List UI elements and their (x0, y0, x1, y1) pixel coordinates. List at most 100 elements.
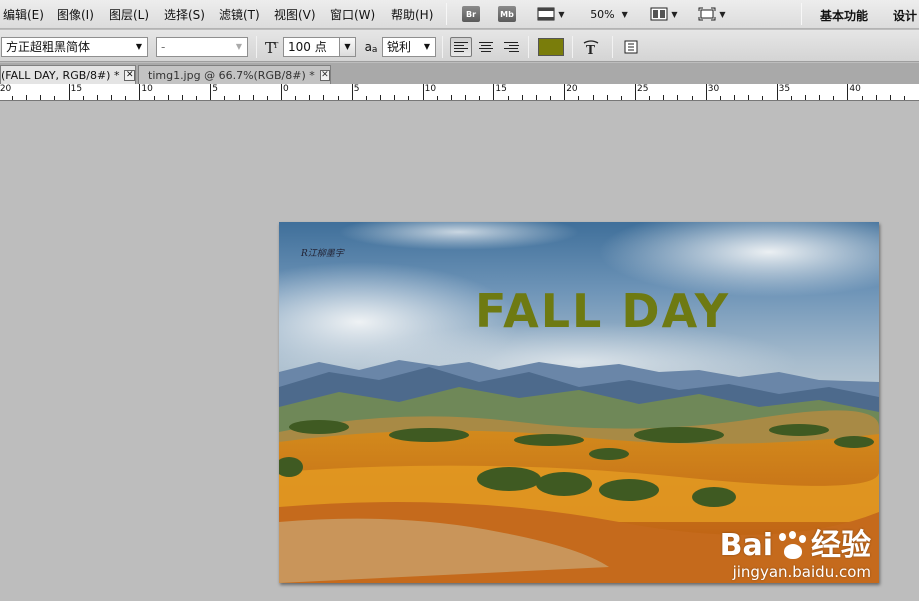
tab-label: timg1.jpg @ 66.7%(RGB/8#) * (148, 68, 315, 82)
ruler-label: 15 (70, 84, 83, 94)
ruler-major-tick (210, 84, 212, 100)
workspace-essentials[interactable]: 基本功能 (820, 7, 868, 24)
antialias-select[interactable]: 锐利 ▼ (382, 37, 436, 57)
tab-fall-day[interactable]: (FALL DAY, RGB/8#) * ✕ (0, 65, 136, 84)
workspace-design[interactable]: 设计 (893, 7, 917, 24)
ruler-minor-tick (309, 95, 311, 100)
ruler-minor-tick (535, 95, 537, 100)
ruler-minor-tick (181, 95, 183, 100)
horizontal-ruler: 20 15 10 5 0 5 10 15 20 25 30 35 40 (0, 84, 919, 101)
options-separator (442, 36, 443, 58)
ruler-major-tick (564, 84, 566, 100)
ruler-major-tick (705, 84, 707, 100)
ruler-minor-tick (889, 95, 891, 100)
ruler-minor-tick (153, 96, 155, 100)
align-right-button[interactable] (500, 37, 522, 57)
ruler-major-tick (68, 84, 70, 100)
options-separator (528, 36, 529, 58)
ruler-major-tick (635, 84, 636, 100)
panel-toggle-icon (624, 40, 638, 54)
ruler-minor-tick (465, 95, 467, 100)
menu-image[interactable]: 图像(I) (57, 6, 94, 23)
ruler-label: 5 (212, 84, 218, 94)
mini-bridge-icon: Mb (498, 6, 516, 22)
ruler-minor-tick (26, 95, 28, 100)
fall-day-text-layer[interactable]: FALL DAY (475, 284, 730, 338)
align-center-button[interactable] (475, 37, 497, 57)
menu-window[interactable]: 窗口(W) (330, 6, 375, 23)
ruler-minor-tick (111, 95, 113, 100)
ruler-major-tick (422, 84, 424, 100)
chevron-down-icon: ▼ (621, 9, 628, 19)
font-family-select[interactable]: 方正超粗黑简体 ▼ (1, 37, 148, 57)
ruler-major-tick (139, 84, 141, 100)
ruler-label: 20 (566, 84, 578, 94)
ruler-minor-tick (266, 96, 268, 100)
zoom-level-dropdown[interactable]: 50% ▼ (587, 5, 631, 23)
ruler-minor-tick (125, 96, 127, 100)
ruler-minor-tick (507, 96, 509, 100)
menu-select[interactable]: 选择(S) (164, 6, 205, 23)
ruler-minor-tick (479, 96, 481, 100)
ruler-minor-tick (96, 95, 98, 100)
menu-separator (446, 3, 447, 25)
menu-view[interactable]: 视图(V) (274, 6, 316, 23)
menu-layer[interactable]: 图层(L) (109, 6, 149, 23)
baidu-watermark: Bai 经验 jingyan.baidu.com (720, 528, 871, 582)
ruler-minor-tick (875, 95, 877, 100)
ruler-minor-tick (196, 96, 198, 100)
font-style-select[interactable]: - ▼ (156, 37, 248, 57)
text-color-swatch[interactable] (538, 38, 564, 56)
font-size-value: 100 点 (288, 40, 327, 54)
ruler-minor-tick (295, 96, 297, 100)
paw-icon (775, 531, 809, 561)
options-separator (572, 36, 573, 58)
ruler-minor-tick (365, 96, 367, 100)
ruler-minor-tick (691, 96, 693, 100)
align-left-button[interactable] (450, 37, 472, 57)
screen-mode-button[interactable]: ▼ (694, 5, 730, 23)
ruler-minor-tick (550, 96, 552, 100)
ruler-major-tick (351, 84, 353, 100)
close-icon[interactable]: ✕ (319, 69, 330, 81)
menu-separator (801, 3, 802, 25)
ruler-minor-tick (719, 96, 721, 100)
ruler-label: 20 (0, 84, 12, 94)
chevron-down-icon: ▼ (339, 38, 355, 56)
font-size-select[interactable]: 100 点 ▼ (283, 37, 356, 57)
filmstrip-icon (537, 7, 555, 21)
tab-label: (FALL DAY, RGB/8#) * (1, 68, 120, 82)
options-separator (612, 36, 613, 58)
ruler-minor-tick (394, 95, 396, 100)
zoom-level-value: 50% (590, 7, 615, 21)
ruler-label: 15 (495, 84, 507, 94)
watermark-brand-suffix: 经验 (811, 528, 871, 563)
view-extras-button[interactable]: ▼ (533, 5, 569, 23)
menu-edit[interactable]: 编辑(E) (3, 6, 44, 23)
character-panel-button[interactable] (620, 37, 642, 57)
chevron-down-icon: ▼ (719, 9, 726, 19)
bridge-button[interactable]: Br (461, 5, 481, 23)
ruler-minor-tick (748, 95, 750, 100)
menu-help[interactable]: 帮助(H) (391, 6, 433, 23)
ruler-minor-tick (677, 95, 679, 100)
ruler-minor-tick (861, 96, 863, 100)
ruler-minor-tick (238, 95, 240, 100)
antialias-icon: aa (364, 40, 378, 55)
ruler-minor-tick (578, 96, 580, 100)
ruler-label: 5 (353, 84, 360, 94)
arrange-documents-button[interactable]: ▼ (646, 5, 682, 23)
ruler-minor-tick (592, 95, 594, 100)
ruler-minor-tick (380, 95, 382, 100)
warp-text-button[interactable]: T (580, 37, 602, 57)
svg-text:T: T (273, 41, 279, 50)
ruler-major-tick (847, 84, 849, 100)
menu-filter[interactable]: 滤镜(T) (219, 6, 260, 23)
photographer-signature: R江柳墨宇 (301, 249, 344, 259)
chevron-down-icon: ▼ (235, 42, 243, 51)
tab-timg1[interactable]: timg1.jpg @ 66.7%(RGB/8#) * ✕ (138, 65, 331, 84)
ruler-major-tick (281, 84, 282, 100)
mini-bridge-button[interactable]: Mb (497, 5, 517, 23)
chevron-down-icon: ▼ (135, 42, 143, 51)
close-icon[interactable]: ✕ (124, 69, 135, 81)
